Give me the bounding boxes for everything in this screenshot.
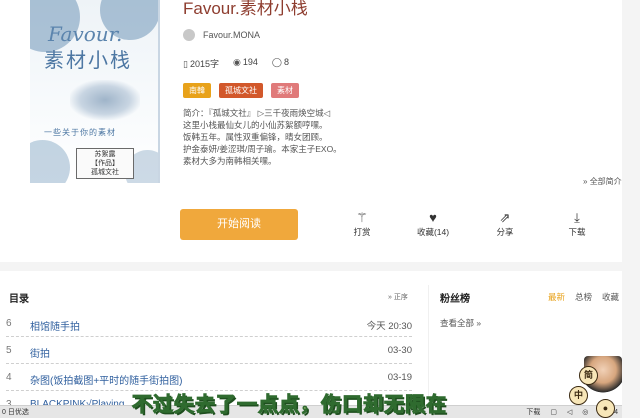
toc-sort-toggle[interactable]: » 正序 [388,292,408,302]
chevron-down-icon: » [583,177,588,186]
cover-illustration [70,80,140,120]
chapter-date: 03-30 [387,345,412,356]
chapter-row[interactable]: 5 街拍 03-30 [6,341,412,364]
cover-ink-splash [30,140,70,183]
cover-title-en: Favour. [48,22,123,46]
share-icon: ⇗ [499,210,511,225]
download-label: 下载 [568,227,586,237]
cover-stamp-line: 【作品】 [91,160,119,167]
share-label: 分享 [496,227,514,237]
video-subtitle: 不过失去了一点点，伤口却无限在 [132,394,447,417]
download-button[interactable]: ⤓ 下载 [557,209,597,238]
share-button[interactable]: ⇗ 分享 [485,209,525,238]
intro-line: 这里小栈最仙女儿的小仙苏絮额哼嘿。 [183,120,328,130]
fans-tab-latest[interactable]: 最新 [548,291,565,303]
column-divider [428,285,429,405]
comment-icon: ◯ [271,57,282,67]
intro-line: 饭韩五年。属性双重偏锋，晴女团顾。 [183,132,328,142]
chapter-row[interactable]: 6 相馆随手拍 今天 20:30 [6,314,412,337]
start-reading-button[interactable]: 开始阅读 [180,209,298,240]
reward-label: 打赏 [353,227,371,237]
eye-icon: ◉ [232,57,241,67]
book-intro: 简介：『孤城文社』 ▷三千夜雨焕空城◁ 这里小栈最仙女儿的小仙苏絮额哼嘿。 饭韩… [183,107,483,167]
intro-line: 简介：『孤城文社』 ▷三千夜雨焕空城◁ [183,108,331,118]
word-count: ▯ 2015字 [183,59,219,69]
cover-stamp: 苏絮露 【作品】 孤城文社 [76,148,134,179]
favorite-button[interactable]: ♥ 收藏(14) [413,209,453,238]
tag[interactable]: 素材 [271,83,299,98]
chapter-number: 6 [6,318,12,329]
tag-list: 南韓 孤城文社 素材 [183,83,299,98]
toc-title: 目录 [9,294,29,305]
chapter-date: 今天 20:30 [366,321,412,332]
decorative-coin-icon: 简 [579,366,598,385]
chapter-date: 03-19 [387,372,412,383]
chapter-number: 4 [6,372,12,383]
cover-stamp-line: 苏絮露 [94,151,116,158]
book-cover[interactable]: Favour. 素材小栈 一些关于你的素材 苏絮露 【作品】 孤城文社 [30,0,160,183]
book-stats: ▯ 2015字 ◉ 194 ◯ 8 [183,57,289,70]
chapter-title[interactable]: 街拍 [30,345,50,360]
chapter-title[interactable]: 相馆随手拍 [30,318,80,333]
favorite-label: 收藏(14) [416,227,450,237]
fans-ranking-title: 粉丝榜 [440,294,470,305]
fans-tab-total[interactable]: 总榜 [575,291,592,303]
decorative-coin-icon: ● [596,399,615,418]
scrollbar-track[interactable] [622,0,640,417]
heart-icon: ♥ [429,210,437,225]
author-name[interactable]: Favour.MONA [203,30,260,40]
chapter-title[interactable]: 杂图(饭拍截图+平时的随手街拍图) [30,372,183,387]
comment-count[interactable]: ◯ 8 [272,57,289,70]
reward-button[interactable]: ⚚ 打赏 [342,209,382,238]
decorative-coin-icon: 中 [569,386,588,405]
tag[interactable]: 南韓 [183,83,211,98]
download-icon: ⤓ [574,210,580,225]
document-icon: ▯ [183,59,188,69]
book-title: Favour.素材小栈 [183,0,308,18]
tag[interactable]: 孤城文社 [219,83,263,98]
intro-line: 护金泰妍/姜涩琪/周子瑜。本家主子EXO。 [183,144,342,154]
view-all-fans-link[interactable]: 查看全部 » [440,317,481,329]
cover-subtitle: 一些关于你的素材 [44,128,116,137]
cover-title-cn: 素材小栈 [44,50,132,72]
magic-wand-icon: ⚚ [356,210,368,225]
taskbar-left-text[interactable]: 0 日优选 [2,407,29,417]
intro-line: 素材大多为南韩相关嘿。 [183,156,277,166]
view-count: ◉ 194 [232,57,258,67]
author-avatar[interactable] [183,29,195,41]
fans-tab-favorites[interactable]: 收藏 [602,291,619,303]
cover-stamp-line: 孤城文社 [91,169,119,176]
expand-intro-link[interactable]: » 全部简介 [583,176,622,187]
chapter-number: 5 [6,345,12,356]
chevron-down-icon: » [388,294,392,301]
author-row[interactable]: Favour.MONA [183,29,260,41]
